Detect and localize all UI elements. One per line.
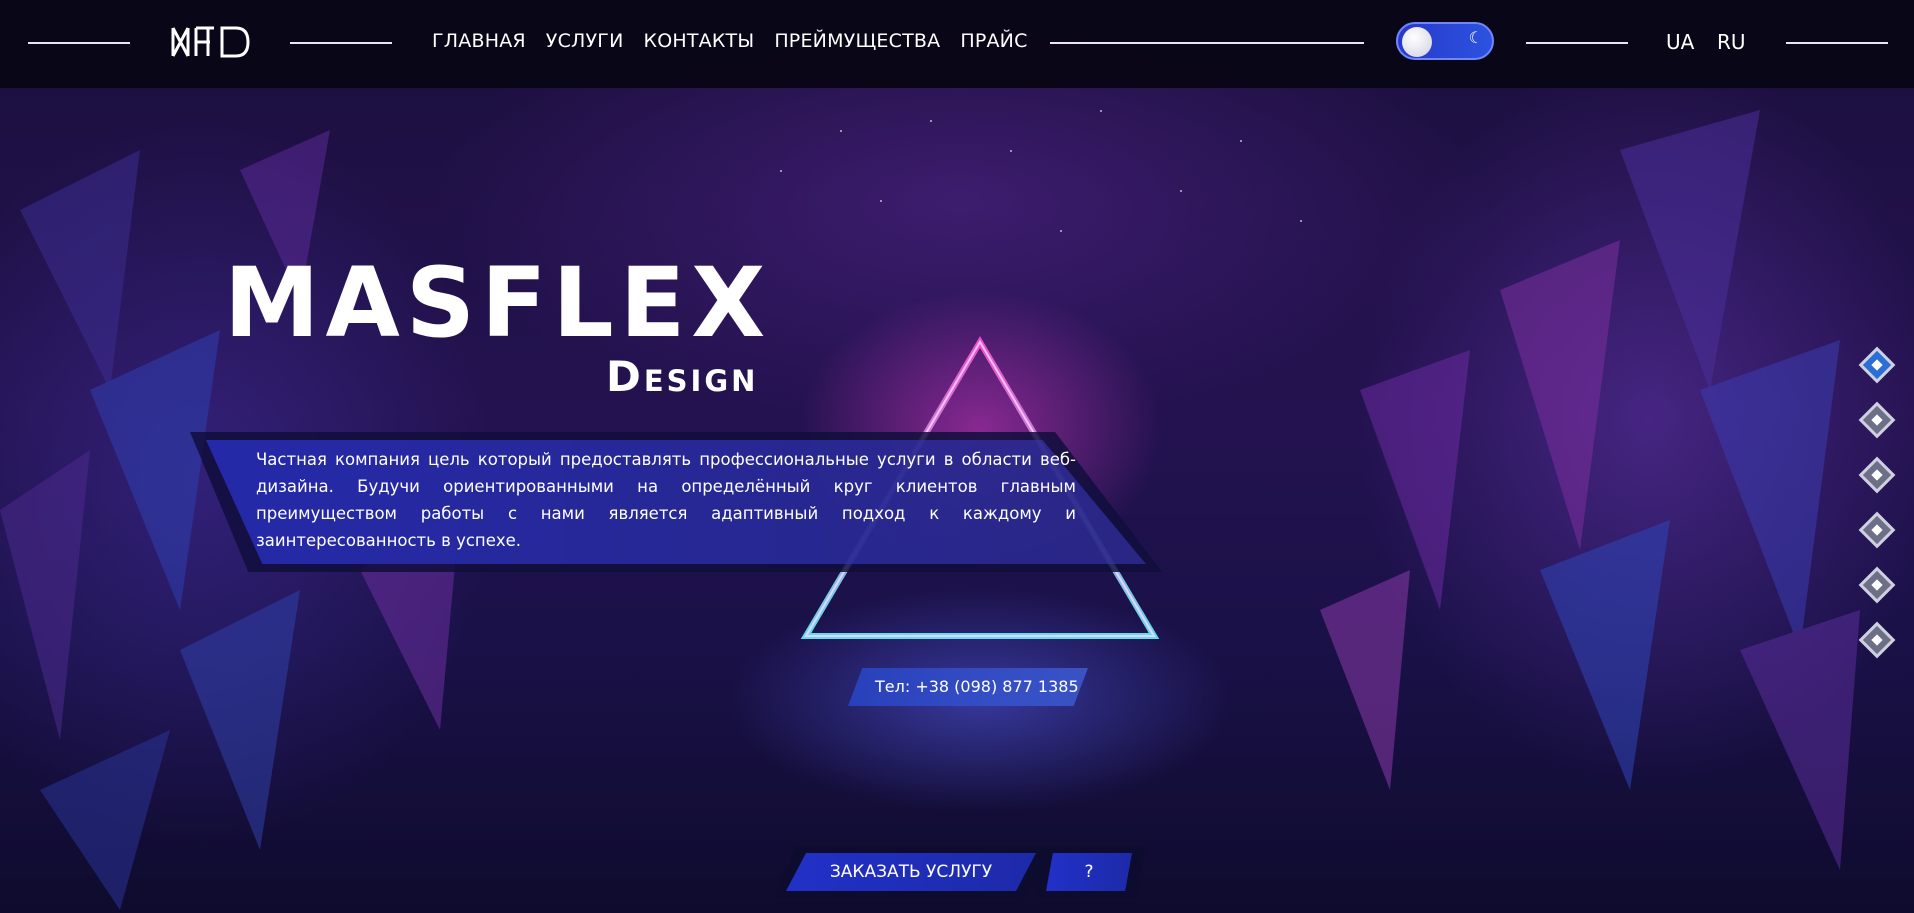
divider-line <box>1050 42 1364 44</box>
nav-item-price[interactable]: ПРАЙС <box>960 30 1027 52</box>
divider-line <box>1526 42 1628 44</box>
nav-item-advantages[interactable]: ПРЕЙМУЩЕСТВА <box>774 30 940 52</box>
crystal-decoration-right <box>1320 110 1860 870</box>
description-text: Частная компания цель который предоставл… <box>256 450 1076 550</box>
lang-ua[interactable]: UA <box>1666 30 1694 54</box>
top-header: ГЛАВНАЯ УСЛУГИ КОНТАКТЫ ПРЕЙМУЩЕСТВА ПРА… <box>0 0 1914 88</box>
divider-line <box>290 42 392 44</box>
help-button[interactable]: ? <box>1046 853 1132 891</box>
brand-title: MASFLEX <box>224 247 772 359</box>
nav-item-contacts[interactable]: КОНТАКТЫ <box>644 30 755 52</box>
nav-item-services[interactable]: УСЛУГИ <box>546 30 624 52</box>
main-nav: ГЛАВНАЯ УСЛУГИ КОНТАКТЫ ПРЕЙМУЩЕСТВА ПРА… <box>432 30 1028 52</box>
phone-number[interactable]: Тел: +38 (098) 877 1385 <box>875 677 1079 696</box>
divider-line <box>1786 42 1888 44</box>
brand-subtitle: Design <box>606 352 759 401</box>
logo[interactable] <box>170 24 252 60</box>
moon-icon: ☾ <box>1468 28 1483 47</box>
divider-line <box>28 42 130 44</box>
theme-toggle[interactable]: ☾ <box>1396 22 1494 60</box>
lang-ru[interactable]: RU <box>1717 30 1746 54</box>
order-button[interactable]: ЗАКАЗАТЬ УСЛУГУ <box>786 853 1036 891</box>
toggle-knob <box>1402 27 1432 57</box>
nav-item-home[interactable]: ГЛАВНАЯ <box>432 30 526 52</box>
